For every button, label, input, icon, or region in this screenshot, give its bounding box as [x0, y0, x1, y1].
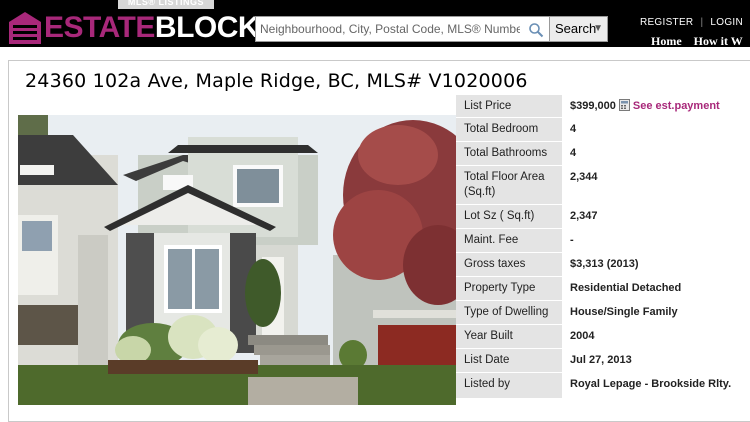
detail-value: 4 — [570, 123, 577, 135]
detail-label: Year Built — [456, 325, 562, 348]
property-details-table: List Price $399,000 See est.payment Total… — [456, 95, 750, 399]
detail-label: Total Bedroom — [456, 118, 562, 141]
logo-text-estate: ESTATE — [44, 11, 155, 44]
search-box — [255, 16, 551, 42]
detail-value: Residential Detached — [570, 282, 682, 294]
account-links: REGISTER | LOGIN — [640, 17, 743, 28]
main-nav: Home How it W — [651, 34, 750, 49]
est-payment-link[interactable]: See est.payment — [633, 100, 720, 112]
detail-row: Year Built 2004 — [456, 325, 750, 349]
search-button-label: Search — [555, 21, 597, 36]
detail-row-list-price: List Price $399,000 See est.payment — [456, 95, 750, 118]
logo-text-block: BLOCK — [154, 11, 260, 44]
listing-photo[interactable] — [18, 115, 456, 405]
site-logo[interactable]: ESTATEBLOCK — [44, 11, 260, 45]
detail-label: List Date — [456, 349, 562, 372]
detail-label: Type of Dwelling — [456, 301, 562, 324]
top-header: MLS® LISTINGS ESTATEBLOCK Search ▼ REGIS… — [0, 0, 750, 49]
search-icon[interactable] — [528, 22, 544, 38]
detail-value: Jul 27, 2013 — [570, 354, 632, 366]
detail-label: Lot Sz ( Sq.ft) — [456, 205, 562, 228]
detail-row: Listed by Royal Lepage - Brookside Rlty. — [456, 373, 750, 399]
detail-label: Gross taxes — [456, 253, 562, 276]
list-price-value: $399,000 — [570, 100, 616, 112]
detail-row: Maint. Fee - — [456, 229, 750, 253]
mls-listings-tag: MLS® LISTINGS — [118, 0, 214, 9]
detail-row: List Date Jul 27, 2013 — [456, 349, 750, 373]
detail-row: Lot Sz ( Sq.ft) 2,347 — [456, 205, 750, 229]
detail-value: $3,313 (2013) — [570, 258, 639, 270]
detail-label: Maint. Fee — [456, 229, 562, 252]
logo-house-icon[interactable] — [8, 11, 42, 45]
detail-label: Total Floor Area (Sq.ft) — [456, 166, 562, 204]
calculator-icon[interactable] — [618, 99, 630, 111]
detail-row: Total Bathrooms 4 — [456, 142, 750, 166]
nav-item-how-it-works[interactable]: How it W — [694, 34, 743, 48]
detail-row: Total Floor Area (Sq.ft) 2,344 — [456, 166, 750, 205]
detail-value: House/Single Family — [570, 306, 678, 318]
detail-value: 2,347 — [570, 210, 598, 222]
search-button[interactable]: Search ▼ — [549, 16, 608, 42]
detail-value: $399,000 See est.payment — [570, 95, 750, 117]
detail-label: List Price — [456, 95, 562, 117]
detail-value: 2,344 — [570, 171, 598, 183]
detail-row: Type of Dwelling House/Single Family — [456, 301, 750, 325]
login-link[interactable]: LOGIN — [710, 17, 743, 28]
detail-label: Property Type — [456, 277, 562, 300]
detail-value: 2004 — [570, 330, 595, 342]
detail-value: - — [570, 234, 574, 246]
detail-value: 4 — [570, 147, 577, 159]
nav-item-home[interactable]: Home — [651, 34, 682, 48]
detail-row: Gross taxes $3,313 (2013) — [456, 253, 750, 277]
search-input[interactable] — [256, 17, 524, 41]
detail-row: Total Bedroom 4 — [456, 118, 750, 142]
divider: | — [700, 17, 704, 28]
detail-row: Property Type Residential Detached — [456, 277, 750, 301]
chevron-down-icon: ▼ — [593, 23, 603, 34]
detail-label: Listed by — [456, 373, 562, 398]
detail-label: Total Bathrooms — [456, 142, 562, 165]
register-link[interactable]: REGISTER — [640, 17, 694, 28]
detail-value: Royal Lepage - Brookside Rlty. — [570, 378, 732, 390]
listing-title: 24360 102a Ave, Maple Ridge, BC, MLS# V1… — [25, 70, 528, 92]
